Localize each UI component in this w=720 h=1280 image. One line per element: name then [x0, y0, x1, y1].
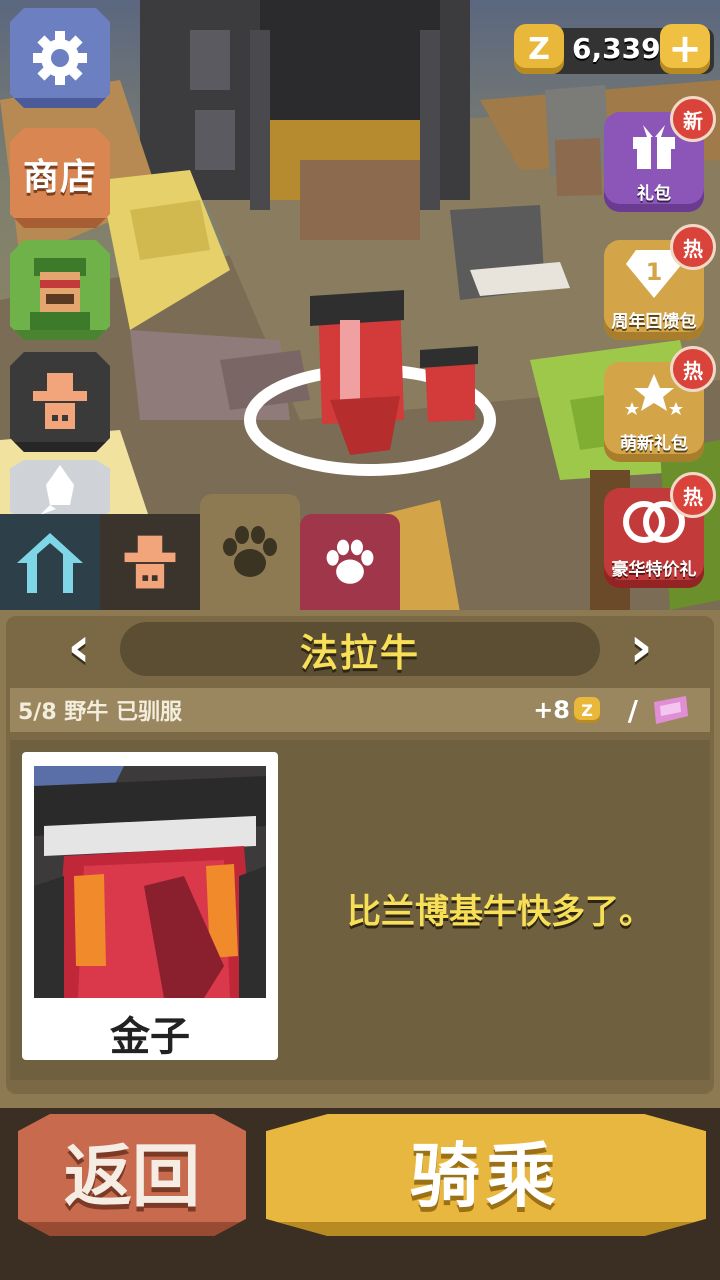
character-avatar-icon — [30, 258, 90, 330]
tab-home[interactable] — [0, 514, 100, 612]
rocket-icon — [40, 465, 74, 515]
promo-label: 萌新礼包 — [620, 434, 688, 454]
coin-bonus: +8 Z — [533, 696, 600, 724]
gear-icon — [33, 31, 87, 85]
newbie-pack-button[interactable]: 萌新礼包 热 — [604, 346, 716, 462]
paw-icon — [223, 526, 277, 577]
gift-pack-button[interactable]: 礼包 新 — [604, 96, 716, 212]
tab-riders[interactable] — [100, 514, 200, 612]
hot-badge: 热 — [670, 224, 716, 270]
separator: / — [627, 693, 638, 727]
bonus-value: +8 — [533, 696, 570, 724]
tamed-count: 5/8 野牛 已驯服 — [18, 700, 182, 725]
tab-animals[interactable] — [200, 494, 300, 612]
promo-label: 礼包 — [637, 184, 671, 204]
ticket-icon — [654, 696, 688, 724]
settings-button[interactable] — [10, 8, 110, 108]
prev-animal-button[interactable]: ‹ — [54, 615, 104, 680]
shop-button[interactable]: 商店 — [10, 128, 110, 228]
promo-label: 周年回馈包 — [611, 312, 697, 332]
character-button[interactable] — [10, 240, 110, 340]
tame-status-bar: 5/8 野牛 已驯服 +8 Z / — [10, 688, 710, 732]
hot-badge: 热 — [670, 472, 716, 518]
coin-count: 6,339 — [572, 32, 661, 65]
rocket-button[interactable] — [10, 460, 110, 520]
cowboy-hat-icon — [33, 373, 87, 429]
back-label: 返回 — [63, 1137, 200, 1217]
paw-icon — [326, 539, 374, 584]
animal-photo — [34, 766, 266, 998]
anniversary-number: 1 — [646, 258, 663, 286]
animal-description: 比兰博基牛快多了。 — [347, 892, 653, 932]
coin-icon: Z — [574, 697, 600, 723]
cowboy-hat-icon — [124, 535, 176, 589]
tab-pets[interactable] — [300, 514, 400, 612]
ride-label: 骑乘 — [410, 1134, 562, 1217]
anniversary-pack-button[interactable]: 1 周年回馈包 热 — [604, 224, 716, 340]
next-animal-button[interactable]: › — [616, 615, 666, 680]
new-badge: 新 — [670, 96, 716, 142]
animal-card: 金子 — [22, 752, 278, 1060]
shop-label: 商店 — [22, 157, 97, 198]
deluxe-sale-button[interactable]: 豪华特价礼 热 — [604, 472, 716, 588]
promo-label: 豪华特价礼 — [611, 560, 697, 580]
ride-button[interactable]: 骑乘 — [266, 1114, 706, 1236]
coin-icon: Z — [514, 24, 564, 74]
rarity-label: 金子 — [110, 1014, 190, 1060]
add-coins-button[interactable]: + — [660, 24, 710, 74]
animal-name: 法拉牛 — [120, 622, 600, 676]
rider-button[interactable] — [10, 352, 110, 452]
back-button[interactable]: 返回 — [18, 1114, 246, 1236]
hot-badge: 热 — [670, 346, 716, 392]
home-icon — [17, 533, 83, 593]
